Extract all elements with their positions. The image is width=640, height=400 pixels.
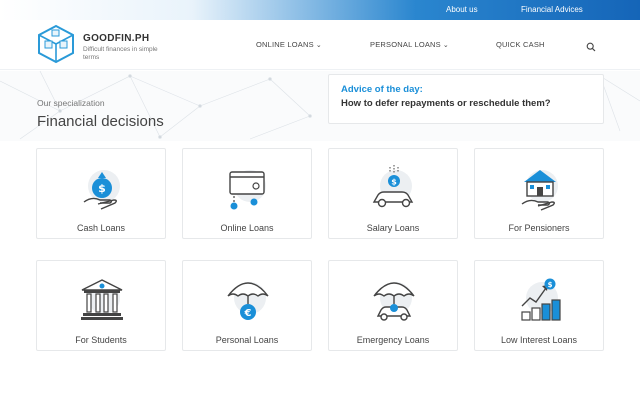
- category-card-for-students[interactable]: For Students: [36, 260, 166, 351]
- category-card-emergency-loans[interactable]: Emergency Loans: [328, 260, 458, 351]
- svg-text:€: €: [244, 308, 252, 319]
- category-label: For Pensioners: [508, 223, 570, 233]
- category-card-low-interest-loans[interactable]: $ Low Interest Loans: [474, 260, 604, 351]
- growth-coins-icon: $: [516, 276, 564, 324]
- bank-building-icon: [78, 276, 126, 324]
- category-label: Personal Loans: [215, 335, 279, 345]
- category-label: Emergency Loans: [356, 335, 430, 345]
- category-label: For Students: [75, 335, 127, 345]
- brand-tagline: Difficult finances in simple terms: [83, 46, 158, 61]
- money-bag-hand-icon: $: [78, 164, 126, 212]
- house-hand-icon: [516, 164, 564, 212]
- nav-quick-cash[interactable]: QUICK CASH: [496, 40, 545, 49]
- category-label: Cash Loans: [76, 223, 126, 233]
- credit-card-icon: [224, 164, 272, 212]
- financial-advices-link[interactable]: Financial Advices: [521, 5, 583, 14]
- category-card-for-pensioners[interactable]: For Pensioners: [474, 148, 604, 239]
- nav-label: ONLINE LOANS: [256, 40, 314, 49]
- about-us-link[interactable]: About us: [446, 5, 478, 14]
- category-label: Online Loans: [220, 223, 274, 233]
- nav-label: PERSONAL LOANS: [370, 40, 441, 49]
- category-card-salary-loans[interactable]: $ Salary Loans: [328, 148, 458, 239]
- category-card-personal-loans[interactable]: € Personal Loans: [182, 260, 312, 351]
- search-icon[interactable]: [586, 39, 596, 52]
- nav-label: QUICK CASH: [496, 40, 545, 49]
- nav-personal-loans[interactable]: PERSONAL LOANS ⌄: [370, 40, 449, 49]
- category-label: Salary Loans: [366, 223, 420, 233]
- advice-heading: Advice of the day:: [341, 84, 423, 95]
- advice-question-link[interactable]: How to defer repayments or reschedule th…: [341, 98, 551, 109]
- advice-card[interactable]: Advice of the day: How to defer repaymen…: [328, 74, 604, 124]
- svg-text:$: $: [391, 178, 397, 187]
- logo-icon[interactable]: [36, 24, 76, 64]
- svg-text:$: $: [98, 182, 106, 195]
- umbrella-car-icon: [370, 276, 418, 324]
- nav-online-loans[interactable]: ONLINE LOANS ⌄: [256, 40, 322, 49]
- car-money-icon: $: [370, 164, 418, 212]
- category-label: Low Interest Loans: [500, 335, 578, 345]
- chevron-down-icon: ⌄: [315, 42, 322, 49]
- page-title: Financial decisions: [37, 113, 164, 130]
- category-card-online-loans[interactable]: Online Loans: [182, 148, 312, 239]
- category-card-cash-loans[interactable]: $ Cash Loans: [36, 148, 166, 239]
- brand-name[interactable]: GOODFIN.PH: [83, 33, 149, 44]
- site-header: GOODFIN.PH Difficult finances in simple …: [0, 20, 640, 70]
- top-bar: About us Financial Advices: [0, 0, 640, 20]
- chevron-down-icon: ⌄: [442, 42, 449, 49]
- umbrella-euro-icon: €: [224, 276, 272, 324]
- svg-text:$: $: [548, 281, 553, 289]
- specialization-label: Our specialization: [37, 98, 105, 108]
